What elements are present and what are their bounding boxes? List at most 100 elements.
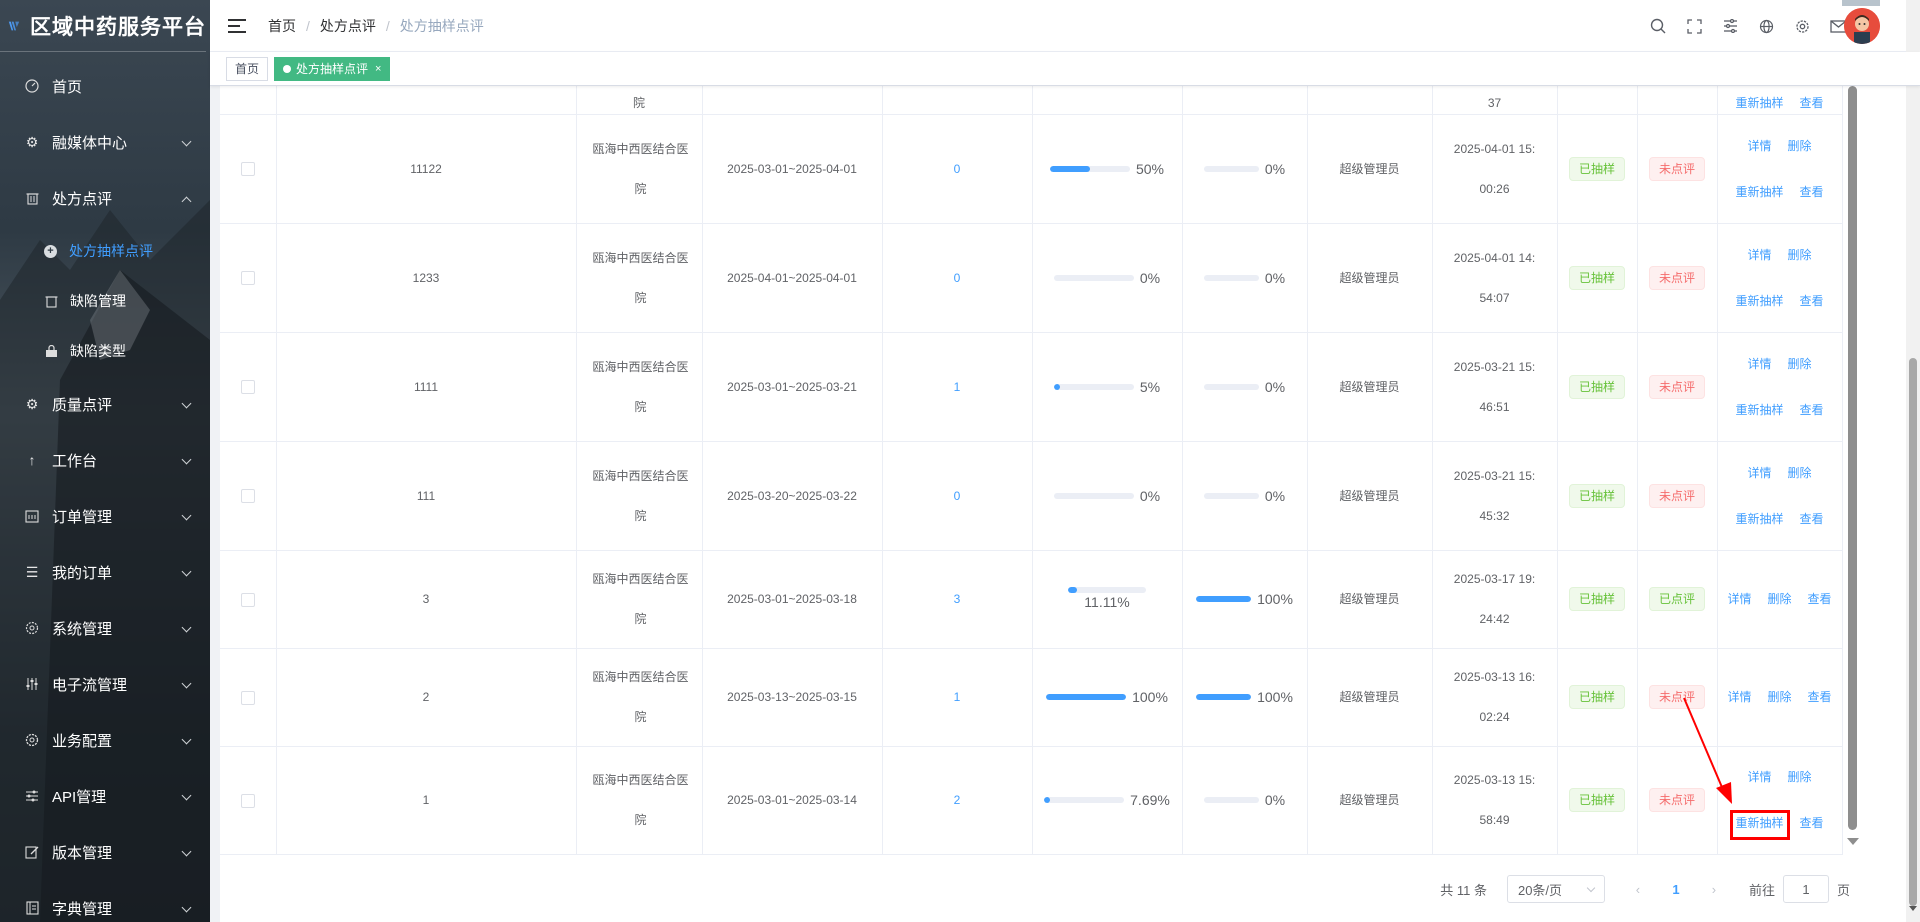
fullscreen-icon[interactable] bbox=[1676, 8, 1712, 44]
review-status-cell: 未点评 bbox=[1637, 332, 1718, 442]
hamburger-icon[interactable] bbox=[228, 18, 246, 33]
name-cell: 2 bbox=[276, 648, 577, 747]
sidebar-item-order-management[interactable]: 订单管理 bbox=[0, 488, 210, 544]
sidebar-subitem-prescription-sampling[interactable]: + 处方抽样点评 bbox=[0, 226, 210, 276]
view-link[interactable]: 查看 bbox=[1800, 403, 1824, 417]
sidebar-item-label: 我的订单 bbox=[52, 564, 113, 582]
count-cell: 0 bbox=[882, 114, 1033, 224]
delete-link[interactable]: 删除 bbox=[1788, 248, 1812, 262]
row-checkbox[interactable] bbox=[240, 592, 255, 607]
sidebar-item-api-management[interactable]: API管理 bbox=[0, 768, 210, 824]
table-scrollbar[interactable] bbox=[1846, 86, 1859, 856]
prev-page-button[interactable]: ‹ bbox=[1623, 875, 1653, 903]
view-link[interactable]: 查看 bbox=[1800, 96, 1824, 110]
sidebar-item-business-config[interactable]: 业务配置 bbox=[0, 712, 210, 768]
delete-link[interactable]: 删除 bbox=[1767, 592, 1791, 606]
tag-active-dot bbox=[283, 64, 292, 73]
detail-link[interactable]: 详情 bbox=[1747, 357, 1771, 371]
view-link[interactable]: 查看 bbox=[1808, 690, 1832, 704]
view-link[interactable]: 查看 bbox=[1800, 185, 1824, 199]
settings-sliders-icon[interactable] bbox=[1712, 8, 1748, 44]
page-scrollbar-thumb[interactable] bbox=[1909, 358, 1917, 906]
created-time: 2025-03-13 15:58:49 bbox=[1453, 773, 1536, 827]
page-number-1[interactable]: 1 bbox=[1661, 875, 1691, 903]
sidebar-subitem-defect-type[interactable]: 缺陷类型 bbox=[0, 326, 210, 376]
view-link[interactable]: 查看 bbox=[1808, 592, 1832, 606]
gear-icon[interactable] bbox=[1784, 8, 1820, 44]
sidebar-item-label: 电子流管理 bbox=[52, 676, 128, 694]
sidebar-item-home[interactable]: 首页 bbox=[0, 58, 210, 114]
chevron-down-icon bbox=[1586, 883, 1596, 893]
goto-page-input[interactable] bbox=[1782, 875, 1829, 903]
sidebar-item-media-center[interactable]: ⚙ 融媒体中心 bbox=[0, 114, 210, 170]
breadcrumb: 首页 / 处方点评 / 处方抽样点评 bbox=[268, 16, 484, 36]
sidebar-item-system-management[interactable]: 系统管理 bbox=[0, 600, 210, 656]
delete-link[interactable]: 删除 bbox=[1767, 690, 1791, 704]
sidebar-item-label: 融媒体中心 bbox=[52, 134, 128, 152]
resample-link[interactable]: 重新抽样 bbox=[1735, 294, 1783, 308]
scroll-down-icon[interactable] bbox=[1909, 906, 1917, 911]
page-scrollbar[interactable] bbox=[1906, 0, 1920, 922]
row-checkbox[interactable] bbox=[240, 162, 255, 177]
detail-link[interactable]: 详情 bbox=[1747, 139, 1771, 153]
close-icon[interactable]: × bbox=[375, 63, 381, 75]
detail-link[interactable]: 详情 bbox=[1747, 770, 1771, 784]
sidebar-item-quality-review[interactable]: ⚙ 质量点评 bbox=[0, 376, 210, 432]
delete-link[interactable]: 删除 bbox=[1788, 466, 1812, 480]
search-icon[interactable] bbox=[1640, 8, 1676, 44]
detail-link[interactable]: 详情 bbox=[1747, 248, 1771, 262]
count-link[interactable]: 0 bbox=[954, 489, 961, 503]
sample-progress-bar bbox=[1053, 383, 1134, 390]
view-link[interactable]: 查看 bbox=[1800, 512, 1824, 526]
app-logo[interactable]: 区域中药服务平台 bbox=[0, 0, 206, 52]
count-link[interactable]: 1 bbox=[954, 380, 961, 394]
row-checkbox[interactable] bbox=[240, 690, 255, 705]
table-scrollbar-thumb[interactable] bbox=[1848, 86, 1857, 830]
sidebar-item-dictionary-management[interactable]: 字典管理 bbox=[0, 880, 210, 922]
count-link[interactable]: 1 bbox=[954, 690, 961, 704]
resample-link[interactable]: 重新抽样 bbox=[1735, 512, 1783, 526]
scroll-down-icon[interactable] bbox=[1847, 838, 1859, 845]
review-status-cell: 未点评 bbox=[1637, 441, 1718, 551]
count-link[interactable]: 3 bbox=[954, 592, 961, 606]
sidebar-item-eflow-management[interactable]: 电子流管理 bbox=[0, 656, 210, 712]
breadcrumb-home[interactable]: 首页 bbox=[268, 16, 296, 36]
page-size-select[interactable]: 20条/页 bbox=[1506, 875, 1605, 903]
globe-icon[interactable] bbox=[1748, 8, 1784, 44]
row-checkbox[interactable] bbox=[240, 380, 255, 395]
resample-link[interactable]: 重新抽样 bbox=[1735, 96, 1783, 110]
gear-icon: ⚙ bbox=[25, 133, 39, 150]
resample-link[interactable]: 重新抽样 bbox=[1735, 185, 1783, 199]
view-link[interactable]: 查看 bbox=[1800, 816, 1824, 830]
delete-link[interactable]: 删除 bbox=[1788, 770, 1812, 784]
sidebar-item-workbench[interactable]: ↑ 工作台 bbox=[0, 432, 210, 488]
avatar[interactable] bbox=[1844, 8, 1880, 44]
time-cell: 2025-03-13 16:02:24 bbox=[1432, 648, 1558, 747]
resample-link[interactable]: 重新抽样 bbox=[1735, 403, 1783, 417]
sample-progress-bar bbox=[1053, 492, 1134, 499]
count-link[interactable]: 0 bbox=[954, 162, 961, 176]
sidebar-subitem-defect-management[interactable]: 缺陷管理 bbox=[0, 276, 210, 326]
sidebar-item-my-orders[interactable]: ☰ 我的订单 bbox=[0, 544, 210, 600]
sample-status-cell: 已抽样 bbox=[1557, 441, 1638, 551]
sidebar-item-version-management[interactable]: 版本管理 bbox=[0, 824, 210, 880]
breadcrumb-prescription-review[interactable]: 处方点评 bbox=[320, 16, 376, 36]
count-link[interactable]: 0 bbox=[954, 271, 961, 285]
view-link[interactable]: 查看 bbox=[1800, 294, 1824, 308]
count-link[interactable]: 2 bbox=[954, 793, 961, 807]
next-page-button[interactable]: › bbox=[1699, 875, 1729, 903]
detail-link[interactable]: 详情 bbox=[1747, 466, 1771, 480]
row-checkbox[interactable] bbox=[240, 271, 255, 286]
resample-link[interactable]: 重新抽样 bbox=[1735, 816, 1783, 830]
row-checkbox[interactable] bbox=[240, 489, 255, 504]
detail-link[interactable]: 详情 bbox=[1727, 592, 1751, 606]
tag-home[interactable]: 首页 bbox=[226, 56, 269, 81]
delete-link[interactable]: 删除 bbox=[1788, 357, 1812, 371]
sample-progress-cell: 50% bbox=[1032, 114, 1183, 224]
row-checkbox[interactable] bbox=[240, 793, 255, 808]
tag-label: 处方抽样点评 bbox=[296, 62, 369, 76]
delete-link[interactable]: 删除 bbox=[1788, 139, 1812, 153]
tag-prescription-sampling[interactable]: 处方抽样点评 × bbox=[274, 56, 391, 81]
sample-status-badge: 已抽样 bbox=[1568, 685, 1625, 709]
sidebar-item-prescription-review[interactable]: 处方点评 bbox=[0, 170, 210, 226]
